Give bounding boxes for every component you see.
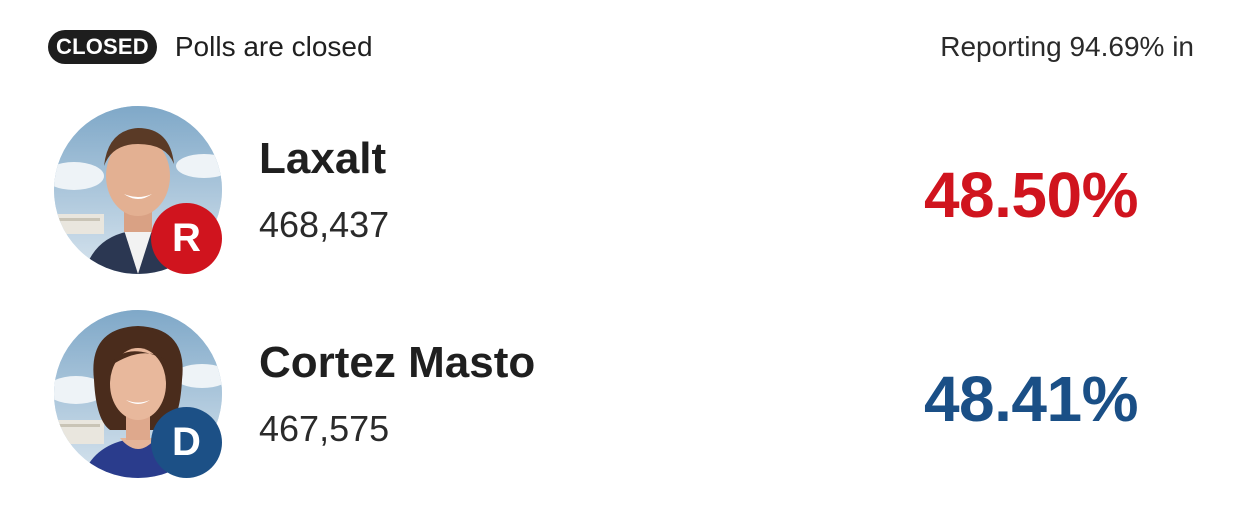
candidate-row-cortez-masto[interactable]: D Cortez Masto 467,575 48.41% [0,310,1242,482]
poll-status: CLOSED Polls are closed [48,28,373,66]
candidate-name: Cortez Masto [259,338,536,387]
reporting-status: Reporting 94.69% in [940,31,1194,62]
closed-badge: CLOSED [48,30,157,64]
party-badge-democrat: D [151,407,222,478]
party-badge-republican: R [151,203,222,274]
candidate-row-laxalt[interactable]: R Laxalt 468,437 48.50% [0,106,1242,278]
candidate-votes: 468,437 [259,204,390,245]
candidate-name: Laxalt [259,134,387,183]
candidate-percent: 48.41% [923,363,1139,435]
election-results-widget: CLOSED Polls are closed Reporting 94.69%… [0,0,1242,522]
candidate-percent: 48.50% [923,159,1139,231]
candidate-votes: 467,575 [259,408,390,449]
poll-status-text: Polls are closed [174,31,373,62]
